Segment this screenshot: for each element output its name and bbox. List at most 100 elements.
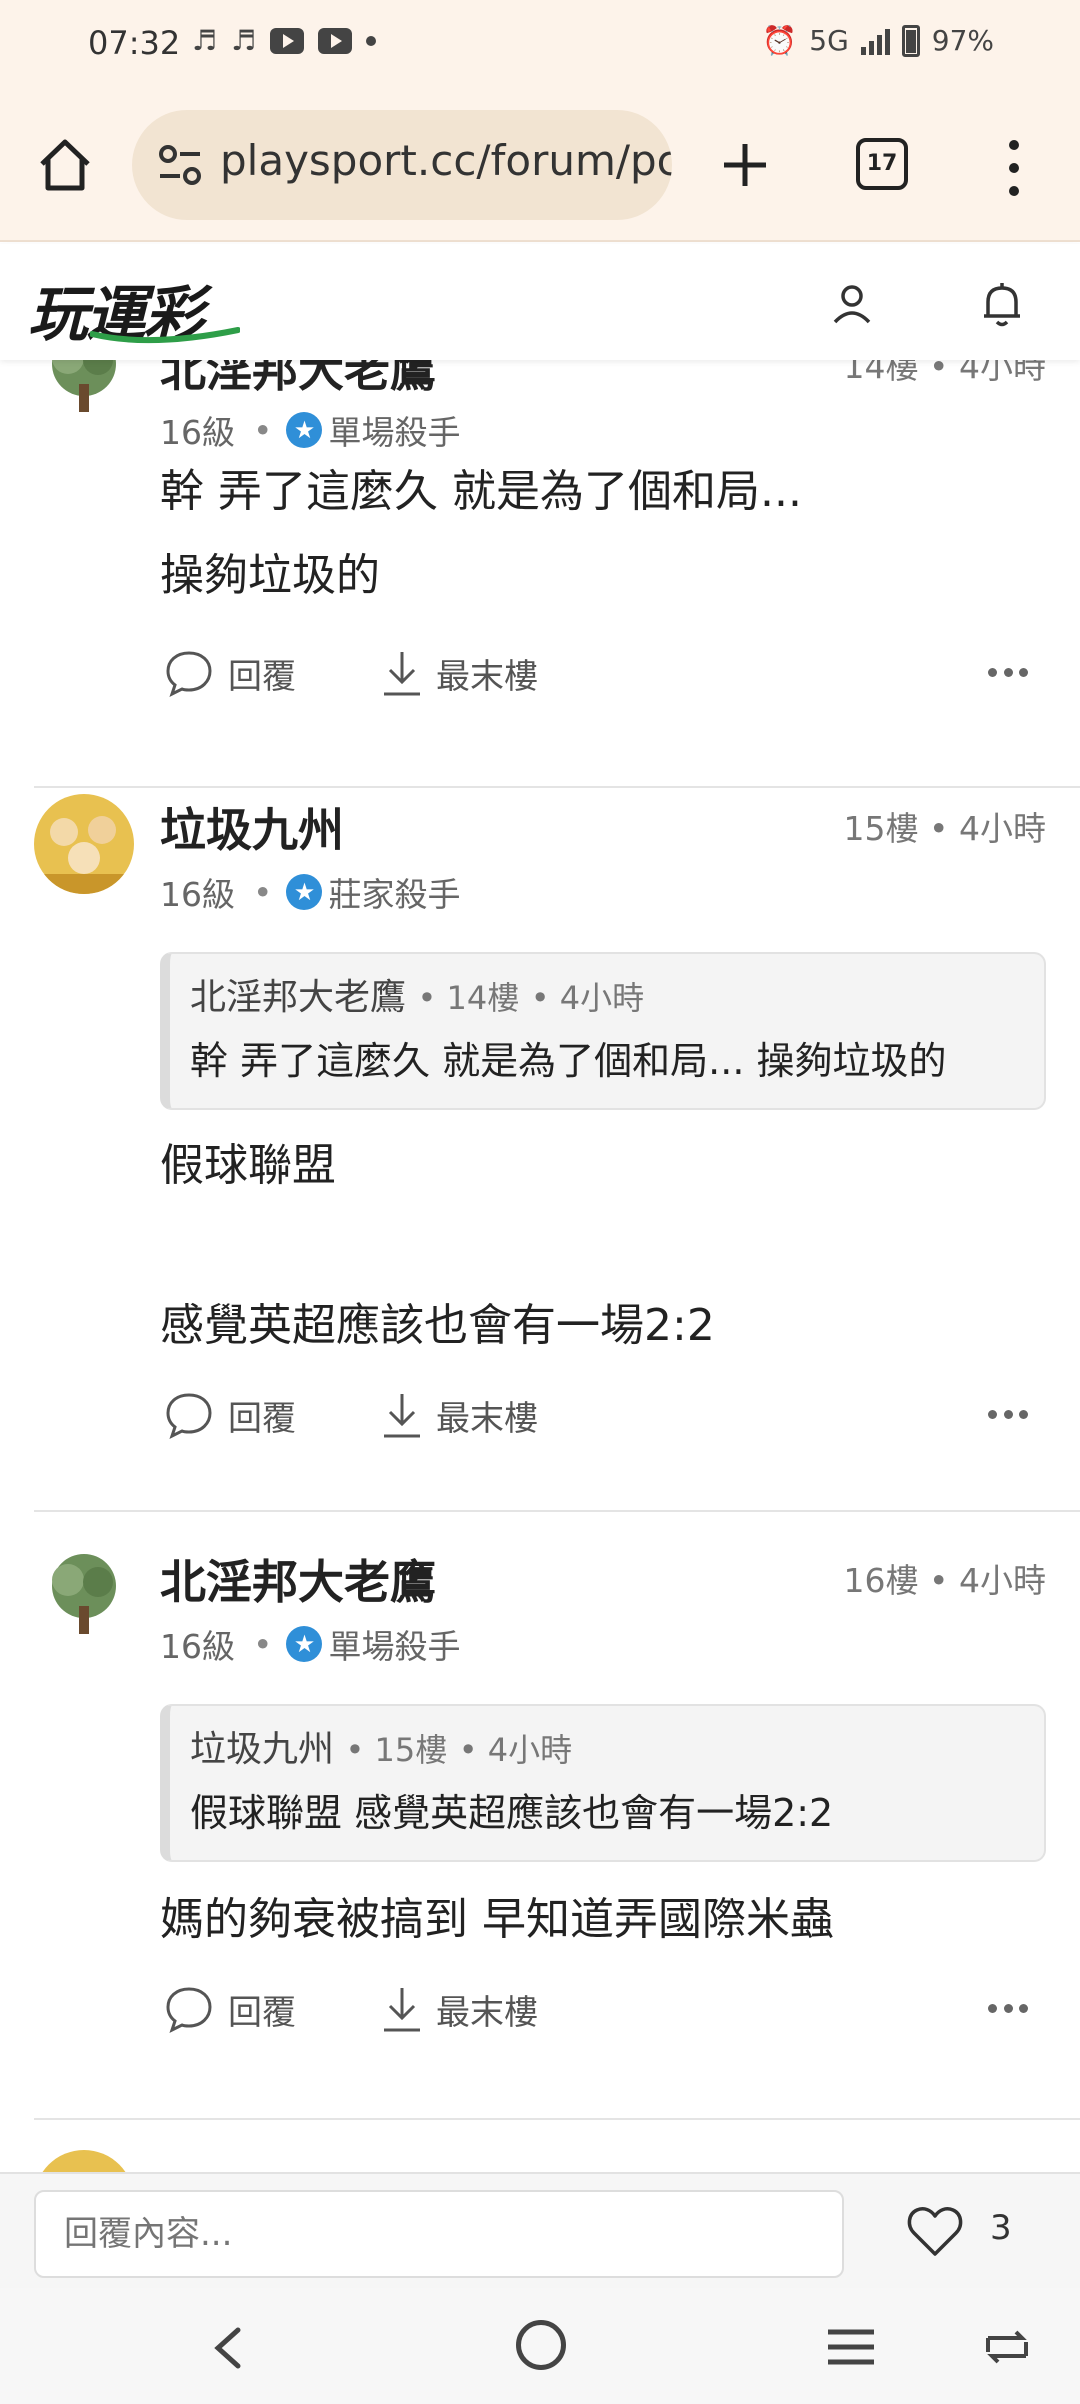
status-time: 07:32 [88,24,181,62]
last-floor-button[interactable]: 最末樓 [382,648,538,698]
quote-author: 北淫邦大老鷹 [190,977,407,1018]
reply-input[interactable] [34,2190,844,2278]
tree-avatar-icon [34,360,134,424]
quote-floor: 14樓 [446,979,520,1017]
music-notification-icon: ♬ [192,24,218,57]
nav-home-icon[interactable] [516,2320,566,2370]
user-level-row: 16級 • ★ 莊家殺手 [160,868,460,916]
reply-label: 回覆 [228,1992,296,2033]
post-divider [34,1510,1080,1512]
quote-time: 4小時 [559,979,645,1017]
user-level: 16級 [160,1627,235,1666]
reply-button[interactable]: 回覆 [164,1390,296,1440]
status-bar: 07:32 ♬ ♬ ⏰ 5G 97% [0,0,1080,92]
home-icon [40,139,90,191]
youtube-notification-icon [318,27,353,54]
more-notifications-icon [366,35,377,46]
post-floor[interactable]: 15樓 [844,809,919,848]
last-floor-label: 最末樓 [436,656,538,697]
post-more-button[interactable] [988,1410,1028,1422]
post-content: 假球聯盟 感覺英超應該也會有一場2:2 [160,1126,715,1366]
post-actions: 回覆 最末樓 [160,648,1046,718]
content-line: 幹 弄了這麼久 就是為了個和局... [160,466,802,517]
post-floor[interactable]: 14樓 [844,360,919,386]
post-time: 4小時 [959,809,1046,848]
last-floor-label: 最末樓 [436,1398,538,1439]
back-icon[interactable] [206,2324,250,2372]
quote-header: 北淫邦大老鷹 • 14樓 • 4小時 [190,977,645,1018]
content-line: 假球聯盟 [160,1140,336,1191]
bell-icon [984,283,1020,327]
battery-level: 97% [931,24,994,57]
quote-text: 幹 弄了這麼久 就是為了個和局... 操夠垃圾的 [190,1039,947,1083]
home-button[interactable] [30,130,100,200]
speech-bubble-icon [166,1987,212,2033]
avatar[interactable] [34,794,134,894]
content-line: 媽的夠衰被搞到 早知道弄國際米蟲 [160,1894,834,1945]
like-button[interactable] [906,2204,964,2258]
post-username[interactable]: 垃圾九州 [160,794,344,860]
new-tab-button[interactable] [710,130,780,200]
post-floor[interactable]: 16樓 [844,1561,919,1600]
reply-button[interactable]: 回覆 [164,1984,296,2034]
post-actions: 回覆 最末樓 [160,1390,1046,1460]
last-floor-button[interactable]: 最末樓 [382,1390,538,1440]
post-item: 北淫邦大老鷹 16樓 • 4小時 16級 • ★ 單場殺手 垃圾九州 • 15樓… [0,1538,1080,2138]
browser-menu-button[interactable] [994,140,1034,196]
reply-button[interactable]: 回覆 [164,648,296,698]
content-line: 操夠垃圾的 [160,550,380,601]
post-meta: 16樓 • 4小時 [843,1561,1046,1600]
avatar[interactable] [34,2150,134,2172]
star-badge-icon: ★ [286,1626,323,1662]
content-line: 感覺英超應該也會有一場2:2 [160,1300,715,1351]
tab-switcher-button[interactable]: 17 [856,138,908,190]
last-floor-button[interactable]: 最末樓 [382,1984,538,2034]
url-text: playsport.cc/forum/pc [220,136,672,185]
site-header: 玩運彩 [0,244,1080,360]
quote-header: 垃圾九州 • 15樓 • 4小時 [190,1729,573,1770]
post-divider [34,2118,1080,2120]
site-logo[interactable]: 玩運彩 [28,266,240,353]
quoted-post[interactable]: 垃圾九州 • 15樓 • 4小時 假球聯盟 感覺英超應該也會有一場2:2 [160,1704,1046,1862]
post-username[interactable]: 北淫邦大老鷹 [160,1546,436,1612]
rotate-screen-icon[interactable] [982,2324,1032,2370]
avatar[interactable] [34,360,134,424]
music-notification-icon: ♬ [231,24,257,57]
recent-apps-icon[interactable] [826,2328,876,2366]
post-more-button[interactable] [988,668,1028,680]
post-item: 垃圾九州 15樓 • 4小時 16級 • ★ 莊家殺手 北淫邦大老鷹 • 14樓… [0,786,1080,1536]
user-level: 16級 [160,875,235,914]
plus-icon [724,144,766,186]
address-bar[interactable]: playsport.cc/forum/pc [132,110,672,220]
download-arrow-icon [384,1394,420,1438]
quote-time: 4小時 [487,1731,573,1769]
notification-icons: ♬ ♬ [192,24,377,57]
more-vert-icon [1009,140,1019,150]
system-status: ⏰ 5G 97% [762,24,994,57]
quote-floor: 15樓 [374,1731,448,1769]
post-feed: 北淫邦大老鷹 14樓 • 4小時 16級 • ★ 單場殺手 幹 弄了這麼久 就是… [0,360,1080,2172]
star-badge-icon: ★ [286,874,323,910]
user-icon [833,285,871,324]
post-time: 4小時 [959,360,1046,386]
notification-button[interactable] [980,280,1024,328]
signal-icon [860,27,890,55]
speech-bubble-icon [166,651,212,697]
reply-label: 回覆 [228,656,296,697]
site-info-icon[interactable] [158,144,202,186]
reply-label: 回覆 [228,1398,296,1439]
download-arrow-icon [384,1988,420,2032]
download-arrow-icon [384,652,420,696]
post-meta: 15樓 • 4小時 [843,809,1046,848]
post-more-button[interactable] [988,2004,1028,2016]
post-content: 幹 弄了這麼久 就是為了個和局... 操夠垃圾的 [160,450,802,618]
user-button[interactable] [830,282,874,326]
network-type: 5G [809,24,849,57]
avatar[interactable] [34,1546,134,1646]
post-time: 4小時 [959,1561,1046,1600]
post-meta: 14樓 • 4小時 [844,360,1046,388]
quoted-post[interactable]: 北淫邦大老鷹 • 14樓 • 4小時 幹 弄了這麼久 就是為了個和局... 操夠… [160,952,1046,1110]
group-photo-avatar-icon [34,2150,134,2172]
last-floor-label: 最末樓 [436,1992,538,2033]
post-username[interactable]: 北淫邦大老鷹 [160,360,436,400]
